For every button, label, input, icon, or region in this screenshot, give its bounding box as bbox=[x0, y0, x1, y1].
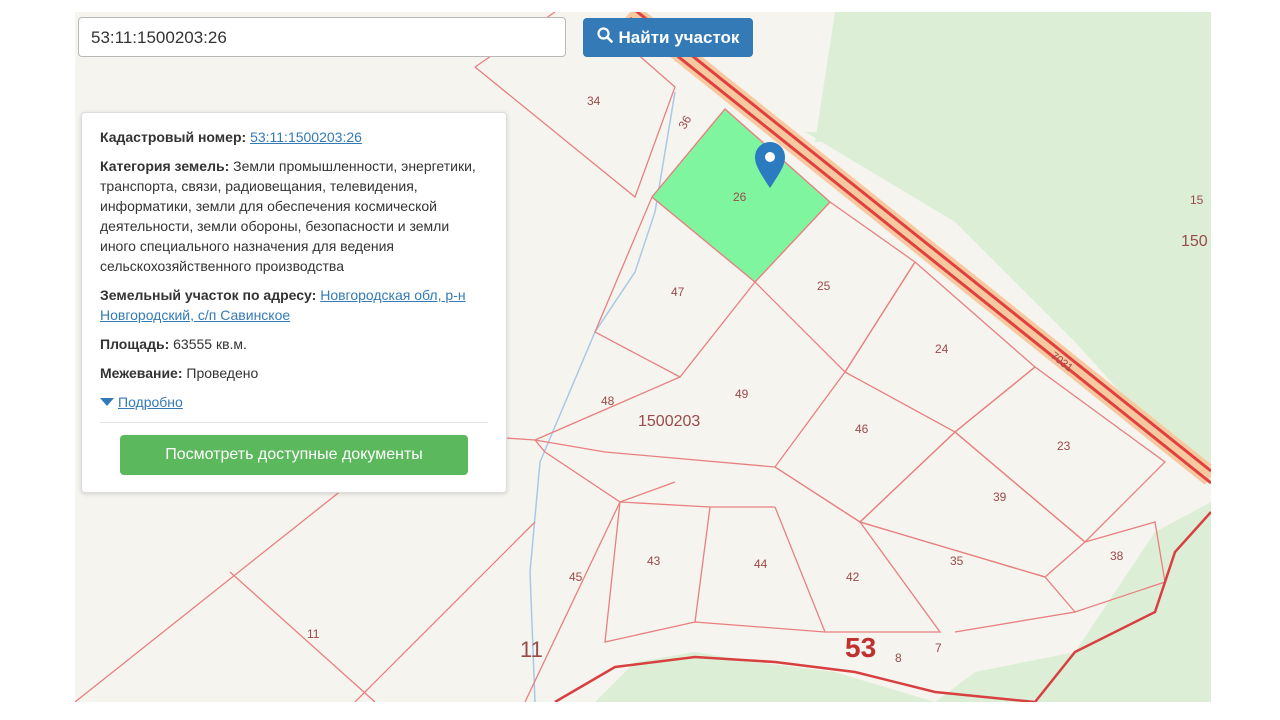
divider bbox=[100, 422, 488, 423]
find-parcel-button[interactable]: Найти участок bbox=[583, 18, 753, 57]
parcel-label: 36 bbox=[675, 113, 694, 132]
search-field[interactable] bbox=[89, 27, 569, 49]
parcel-label: 47 bbox=[671, 285, 685, 299]
forest-area-top bbox=[815, 12, 1211, 142]
view-documents-button[interactable]: Посмотреть доступные документы bbox=[120, 435, 468, 475]
parcel-label: 25 bbox=[817, 279, 831, 293]
parcel-label: 35 bbox=[950, 554, 964, 568]
parcel-label: 26 bbox=[733, 190, 747, 204]
more-details-toggle[interactable]: Подробно bbox=[100, 392, 488, 412]
more-details-label: Подробно bbox=[118, 394, 183, 410]
block-label-east: 150 bbox=[1181, 233, 1208, 250]
address-label: Земельный участок по адресу: bbox=[100, 287, 317, 303]
district-label: 11 bbox=[520, 637, 543, 662]
parcel-label: 42 bbox=[846, 570, 860, 584]
survey-value: Проведено bbox=[186, 365, 259, 381]
find-parcel-label: Найти участок bbox=[618, 27, 740, 47]
parcel-info-panel: Кадастровый номер: 53:11:1500203:26 Кате… bbox=[81, 112, 507, 493]
parcel-label: 11 bbox=[307, 627, 320, 641]
parcel-label: 15 bbox=[1190, 193, 1204, 207]
area-label: Площадь: bbox=[100, 336, 170, 352]
cadastral-link[interactable]: 53:11:1500203:26 bbox=[250, 129, 362, 145]
parcel-label: 34 bbox=[587, 94, 601, 108]
parcel-label: 49 bbox=[735, 387, 749, 401]
survey-label: Межевание: bbox=[100, 365, 183, 381]
parcel-label: 46 bbox=[855, 422, 869, 436]
region-label: 53 bbox=[845, 632, 876, 663]
area-value: 63555 кв.м. bbox=[173, 336, 247, 352]
parcel-label: 48 bbox=[601, 394, 615, 408]
caret-down-icon bbox=[100, 392, 114, 412]
block-label: 1500203 bbox=[638, 413, 700, 430]
parcel-label: 38 bbox=[1110, 549, 1124, 563]
parcel-label: 43 bbox=[647, 554, 661, 568]
parcel-label: 23 bbox=[1057, 439, 1071, 453]
parcel-label: 24 bbox=[935, 342, 949, 356]
search-icon bbox=[596, 27, 613, 48]
parcel-label: 44 bbox=[754, 557, 768, 571]
parcel-label: 39 bbox=[993, 490, 1007, 504]
parcel-label: 8 bbox=[895, 651, 902, 665]
parcel-label: 7 bbox=[935, 641, 942, 655]
search-input[interactable] bbox=[78, 17, 569, 57]
forest-area-bottom bbox=[595, 652, 935, 702]
category-value: Земли промышленности, энергетики, трансп… bbox=[100, 158, 476, 274]
parcel-label: 45 bbox=[569, 570, 583, 584]
cadastral-label: Кадастровый номер: bbox=[100, 129, 247, 145]
category-label: Категория земель: bbox=[100, 158, 230, 174]
